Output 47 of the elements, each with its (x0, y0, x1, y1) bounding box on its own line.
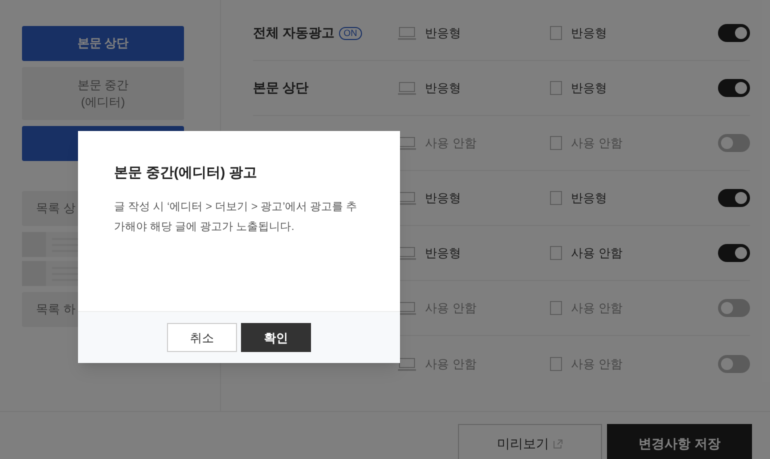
pc-ad-type: 반응형 (425, 80, 461, 97)
preview-button[interactable]: 미리보기 (458, 424, 602, 459)
toggle-switch[interactable] (718, 24, 750, 42)
phone-icon (550, 136, 562, 150)
mobile-ad-type: 반응형 (571, 190, 607, 207)
phone-icon (550, 246, 562, 260)
pc-ad-type: 사용 안함 (425, 300, 476, 317)
laptop-icon (398, 81, 416, 95)
status-badge: ON (338, 26, 362, 40)
laptop-icon (398, 301, 416, 315)
mobile-ad-type: 사용 안함 (571, 135, 622, 152)
save-button[interactable]: 변경사항 저장 (607, 424, 752, 459)
pc-ad-type: 반응형 (425, 245, 461, 262)
laptop-icon (398, 191, 416, 205)
laptop-icon (398, 26, 416, 40)
cancel-button[interactable]: 취소 (167, 323, 237, 352)
phone-icon (550, 81, 562, 95)
mobile-ad-type: 사용 안함 (571, 300, 622, 317)
pc-ad-type: 사용 안함 (425, 135, 476, 152)
toggle-switch[interactable] (718, 354, 750, 372)
row-label: 전체 자동광고 (253, 24, 335, 42)
laptop-icon (398, 136, 416, 150)
confirm-button[interactable]: 확인 (241, 323, 311, 352)
dialog-message: 글 작성 시 ‘에디터 > 더보기 > 광고’에서 광고를 추가해야 해당 글에 광고가 노출됩니다. (114, 200, 358, 235)
toggle-switch[interactable] (718, 134, 750, 152)
mobile-ad-type: 사용 안함 (571, 356, 622, 372)
toggle-switch[interactable] (718, 244, 750, 262)
pc-ad-type: 반응형 (425, 25, 461, 42)
toggle-switch[interactable] (718, 189, 750, 207)
mobile-ad-type: 사용 안함 (571, 245, 622, 262)
phone-icon (550, 301, 562, 315)
mobile-ad-type: 반응형 (571, 25, 607, 42)
laptop-icon (398, 246, 416, 260)
ad-position-button[interactable]: 본문 상단 (22, 26, 184, 61)
external-link-icon (553, 439, 563, 449)
laptop-icon (398, 356, 416, 370)
dialog-title: 본문 중간(에디터) 광고 (114, 163, 258, 182)
phone-icon (550, 26, 562, 40)
toggle-switch[interactable] (718, 79, 750, 97)
row-label: 본문 상단 (253, 79, 309, 98)
pc-ad-type: 반응형 (425, 190, 461, 207)
pc-ad-type: 사용 안함 (425, 356, 476, 372)
phone-icon (550, 191, 562, 205)
ad-position-button[interactable]: 본문 중간 (에디터) (22, 67, 184, 120)
mobile-ad-type: 반응형 (571, 80, 607, 97)
phone-icon (550, 356, 562, 370)
toggle-switch[interactable] (718, 299, 750, 317)
